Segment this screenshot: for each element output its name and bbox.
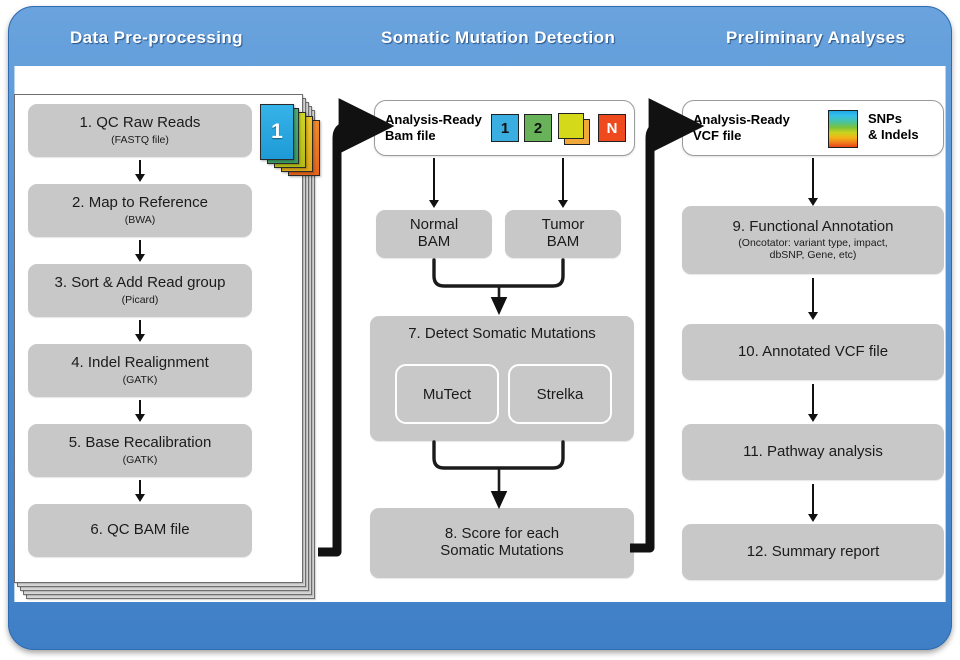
- score-step-title: 8. Score for each Somatic Mutations: [440, 525, 564, 559]
- header-data-preprocessing: Data Pre-processing: [70, 28, 243, 47]
- header-somatic-mutation-detection: Somatic Mutation Detection: [381, 28, 616, 47]
- step-summary-report[interactable]: 12. Summary report: [682, 524, 944, 580]
- step-qc-raw-reads[interactable]: 1. QC Raw Reads (FASTQ file): [28, 104, 252, 157]
- step-subtitle: (FASTQ file): [111, 133, 169, 146]
- step-functional-annotation[interactable]: 9. Functional Annotation (Oncotator: var…: [682, 206, 944, 274]
- sample-card-label: 1: [271, 120, 283, 143]
- normal-bam-box[interactable]: Normal BAM: [376, 210, 492, 258]
- arrow-step10-to-step11: [801, 384, 825, 422]
- arrow-step3-to-step4: [128, 320, 152, 342]
- step-subtitle: (Oncotator: variant type, impact, dbSNP,…: [738, 237, 888, 262]
- tumor-bam-box[interactable]: Tumor BAM: [505, 210, 621, 258]
- step-subtitle: (GATK): [122, 453, 158, 466]
- step-title: 2. Map to Reference: [72, 194, 208, 212]
- arrow-vcf-to-step9: [801, 158, 825, 206]
- tool-mutect[interactable]: MuTect: [395, 364, 499, 424]
- snps-indels-gradient-icon: [828, 110, 858, 148]
- step-subtitle: (Picard): [121, 293, 159, 306]
- tool-strelka[interactable]: Strelka: [508, 364, 612, 424]
- step-title: 5. Base Recalibration: [68, 434, 212, 452]
- normal-bam-label: Normal BAM: [409, 216, 459, 250]
- analysis-ready-vcf-label: Analysis-Ready VCF file: [693, 112, 790, 143]
- step-title: 12. Summary report: [746, 542, 880, 560]
- analysis-ready-bam-label: Analysis-Ready Bam file: [385, 112, 482, 143]
- arrow-step11-to-step12: [801, 484, 825, 522]
- step-title: 10. Annotated VCF file: [737, 342, 889, 360]
- bam-chip-2: 2: [524, 114, 552, 142]
- snps-indels-legend-label: SNPs & Indels: [868, 111, 919, 143]
- bam-chip-1-label: 1: [500, 119, 510, 137]
- step-map-to-reference[interactable]: 2. Map to Reference (BWA): [28, 184, 252, 237]
- bam-chip-stack-front: [558, 113, 584, 139]
- step-base-recalibration[interactable]: 5. Base Recalibration (GATK): [28, 424, 252, 477]
- bam-chip-2-label: 2: [533, 119, 543, 137]
- step-qc-bam-file[interactable]: 6. QC BAM file: [28, 504, 252, 557]
- arrow-step2-to-step3: [128, 240, 152, 262]
- arrow-bam-to-normal: [422, 158, 446, 208]
- step-title: 11. Pathway analysis: [743, 442, 883, 460]
- sample-card-blue[interactable]: 1: [260, 104, 294, 160]
- step-title: 4. Indel Realignment: [71, 354, 209, 372]
- step-score-somatic-mutations[interactable]: 8. Score for each Somatic Mutations: [370, 508, 634, 578]
- arrow-step4-to-step5: [128, 400, 152, 422]
- step-subtitle: (BWA): [124, 213, 156, 226]
- step-indel-realignment[interactable]: 4. Indel Realignment (GATK): [28, 344, 252, 397]
- step-sort-add-read-group[interactable]: 3. Sort & Add Read group (Picard): [28, 264, 252, 317]
- bam-chip-1: 1: [491, 114, 519, 142]
- detect-step-title: 7. Detect Somatic Mutations: [408, 325, 596, 342]
- arrow-bam-to-tumor: [551, 158, 575, 208]
- arrow-step5-to-step6: [128, 480, 152, 502]
- tool-strelka-label: Strelka: [536, 385, 584, 403]
- step-title: 1. QC Raw Reads: [79, 114, 201, 132]
- step-subtitle: (GATK): [122, 373, 158, 386]
- step-annotated-vcf-file[interactable]: 10. Annotated VCF file: [682, 324, 944, 380]
- arrow-step9-to-step10: [801, 278, 825, 320]
- step-title: 6. QC BAM file: [90, 521, 190, 539]
- step-title: 9. Functional Annotation: [732, 217, 894, 235]
- workflow-diagram: Data Pre-processing Somatic Mutation Det…: [0, 0, 960, 660]
- tool-mutect-label: MuTect: [422, 385, 472, 403]
- bam-chip-n: N: [598, 114, 626, 142]
- arrow-step1-to-step2: [128, 160, 152, 182]
- step-pathway-analysis[interactable]: 11. Pathway analysis: [682, 424, 944, 480]
- bam-chip-n-label: N: [606, 119, 618, 137]
- header-preliminary-analyses: Preliminary Analyses: [726, 28, 906, 47]
- tumor-bam-label: Tumor BAM: [541, 216, 585, 250]
- step-title: 3. Sort & Add Read group: [54, 274, 226, 292]
